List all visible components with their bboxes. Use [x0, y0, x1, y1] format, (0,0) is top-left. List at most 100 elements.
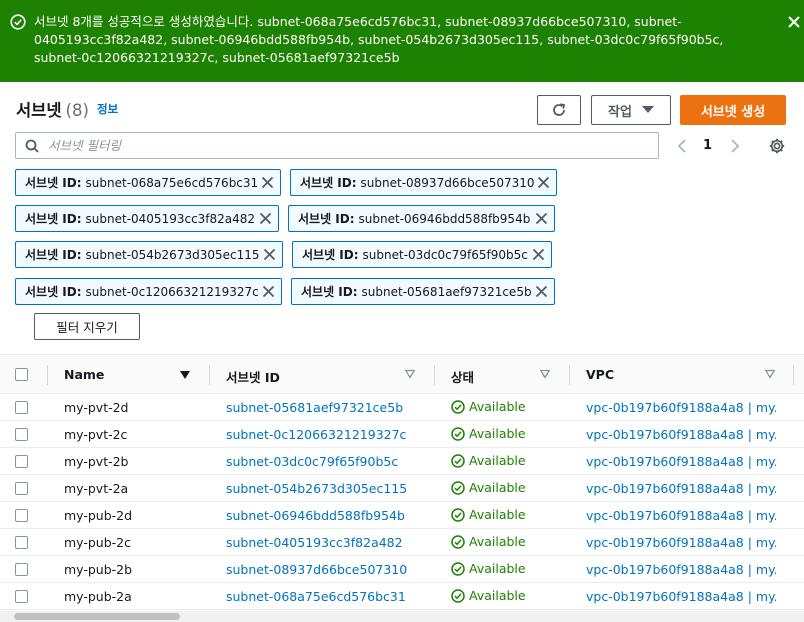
close-icon[interactable]	[535, 212, 548, 225]
close-icon[interactable]	[532, 248, 545, 261]
filter-value: subnet-05681aef97321ce5b	[361, 284, 532, 299]
row-name: my-pub-2c	[64, 535, 131, 550]
close-icon[interactable]	[259, 212, 272, 225]
actions-button[interactable]: 작업	[591, 95, 671, 125]
scrollbar-thumb[interactable]	[14, 613, 180, 620]
row-vpc-link[interactable]: vpc-0b197b60f9188a4a8 | my...	[586, 562, 776, 577]
row-vpc-link[interactable]: vpc-0b197b60f9188a4a8 | my...	[586, 400, 776, 415]
table-header: Name 서브넷 ID 상태 VPC	[0, 354, 804, 394]
row-subnet-id-link[interactable]: subnet-08937d66bce507310	[226, 562, 407, 577]
row-vpc-link[interactable]: vpc-0b197b60f9188a4a8 | my...	[586, 589, 776, 604]
row-checkbox[interactable]	[15, 455, 28, 468]
row-state: Available	[451, 453, 526, 468]
row-state-text: Available	[469, 480, 526, 495]
sort-icon[interactable]	[540, 369, 550, 379]
row-subnet-id-link[interactable]: subnet-068a75e6cd576bc31	[226, 589, 406, 604]
banner-message: 서브넷 8개를 성공적으로 생성하였습니다. subnet-068a75e6cd…	[34, 14, 724, 65]
table-row[interactable]: my-pub-2a subnet-068a75e6cd576bc31 Avail…	[0, 583, 804, 610]
filter-key: 서브넷 ID:	[300, 176, 357, 190]
row-vpc-link[interactable]: vpc-0b197b60f9188a4a8 | my...	[586, 508, 776, 523]
horizontal-scrollbar[interactable]	[0, 611, 804, 622]
column-divider	[47, 365, 48, 385]
check-circle-icon	[451, 561, 465, 576]
filter-key: 서브넷 ID:	[302, 248, 359, 262]
page-title-text: 서브넷	[16, 101, 62, 120]
clear-filters-button[interactable]: 필터 지우기	[34, 313, 140, 340]
check-circle-icon	[451, 426, 465, 441]
filter-key: 서브넷 ID:	[25, 248, 82, 262]
row-subnet-id-link[interactable]: subnet-05681aef97321ce5b	[226, 400, 403, 415]
row-vpc-link[interactable]: vpc-0b197b60f9188a4a8 | my...	[586, 454, 776, 469]
create-subnet-button[interactable]: 서브넷 생성	[680, 95, 786, 125]
row-state: Available	[451, 399, 526, 414]
filter-key: 서브넷 ID:	[25, 176, 82, 190]
row-state-text: Available	[469, 426, 526, 441]
row-subnet-id-link[interactable]: subnet-06946bdd588fb954b	[226, 508, 405, 523]
column-header-name[interactable]: Name	[64, 367, 104, 382]
close-icon[interactable]	[263, 248, 276, 261]
column-divider	[434, 365, 435, 385]
row-checkbox[interactable]	[15, 509, 28, 522]
table-row[interactable]: my-pvt-2b subnet-03dc0c79f65f90b5c Avail…	[0, 448, 804, 475]
filter-token: 서브넷 ID: subnet-054b2673d305ec115	[15, 241, 283, 268]
close-icon[interactable]	[537, 176, 550, 189]
close-icon[interactable]	[535, 285, 548, 298]
check-circle-icon	[451, 507, 465, 522]
filter-key: 서브넷 ID:	[301, 285, 358, 299]
table-row[interactable]: my-pub-2c subnet-0405193cc3f82a482 Avail…	[0, 529, 804, 556]
row-state-text: Available	[469, 588, 526, 603]
column-header-state[interactable]: 상태	[451, 367, 474, 386]
row-subnet-id-link[interactable]: subnet-03dc0c79f65f90b5c	[226, 454, 398, 469]
select-all-checkbox[interactable]	[15, 368, 28, 381]
refresh-button[interactable]	[537, 95, 581, 125]
row-vpc-link[interactable]: vpc-0b197b60f9188a4a8 | my...	[586, 535, 776, 550]
chevron-left-icon[interactable]	[675, 138, 689, 154]
row-state: Available	[451, 534, 526, 549]
filter-value: subnet-03dc0c79f65f90b5c	[362, 247, 528, 262]
row-state: Available	[451, 561, 526, 576]
page-title: 서브넷 (8)	[16, 97, 89, 121]
sort-icon[interactable]	[765, 369, 775, 379]
column-header-subnet-id[interactable]: 서브넷 ID	[226, 367, 280, 386]
chevron-right-icon[interactable]	[728, 138, 742, 154]
row-checkbox[interactable]	[15, 563, 28, 576]
close-icon[interactable]	[261, 176, 274, 189]
table-row[interactable]: my-pub-2b subnet-08937d66bce507310 Avail…	[0, 556, 804, 583]
filter-value: subnet-08937d66bce507310	[360, 175, 535, 190]
table-row[interactable]: my-pvt-2c subnet-0c12066321219327c Avail…	[0, 421, 804, 448]
table-row[interactable]: my-pvt-2d subnet-05681aef97321ce5b Avail…	[0, 394, 804, 421]
filter-value: subnet-0405193cc3f82a482	[85, 211, 256, 226]
row-vpc-link[interactable]: vpc-0b197b60f9188a4a8 | my...	[586, 481, 776, 496]
table-row[interactable]: my-pub-2d subnet-06946bdd588fb954b Avail…	[0, 502, 804, 529]
row-checkbox[interactable]	[15, 536, 28, 549]
row-checkbox[interactable]	[15, 590, 28, 603]
table-row[interactable]: my-pvt-2a subnet-054b2673d305ec115 Avail…	[0, 475, 804, 502]
sort-down-icon[interactable]	[180, 370, 190, 380]
search-field[interactable]	[15, 132, 659, 159]
sort-icon[interactable]	[405, 369, 415, 379]
row-state: Available	[451, 426, 526, 441]
row-subnet-id-link[interactable]: subnet-054b2673d305ec115	[226, 481, 407, 496]
row-subnet-id-link[interactable]: subnet-0c12066321219327c	[226, 427, 406, 442]
row-checkbox[interactable]	[15, 428, 28, 441]
check-circle-icon	[451, 453, 465, 468]
filter-value: subnet-054b2673d305ec115	[85, 247, 260, 262]
refresh-icon	[553, 103, 566, 116]
filter-token: 서브넷 ID: subnet-0c12066321219327c	[15, 278, 282, 305]
close-icon[interactable]	[784, 12, 804, 32]
row-checkbox[interactable]	[15, 482, 28, 495]
column-divider	[793, 365, 794, 385]
row-name: my-pub-2b	[64, 562, 133, 577]
row-vpc-link[interactable]: vpc-0b197b60f9188a4a8 | my...	[586, 427, 776, 442]
filter-key: 서브넷 ID:	[298, 212, 355, 226]
column-header-vpc[interactable]: VPC	[586, 367, 614, 382]
row-checkbox[interactable]	[15, 401, 28, 414]
gear-icon[interactable]	[768, 137, 786, 155]
search-input[interactable]	[48, 136, 648, 155]
close-icon[interactable]	[262, 285, 275, 298]
filter-token: 서브넷 ID: subnet-08937d66bce507310	[290, 169, 557, 196]
info-link[interactable]: 정보	[97, 101, 118, 117]
filter-value: subnet-068a75e6cd576bc31	[85, 175, 259, 190]
row-subnet-id-link[interactable]: subnet-0405193cc3f82a482	[226, 535, 403, 550]
page-number[interactable]: 1	[703, 138, 712, 153]
